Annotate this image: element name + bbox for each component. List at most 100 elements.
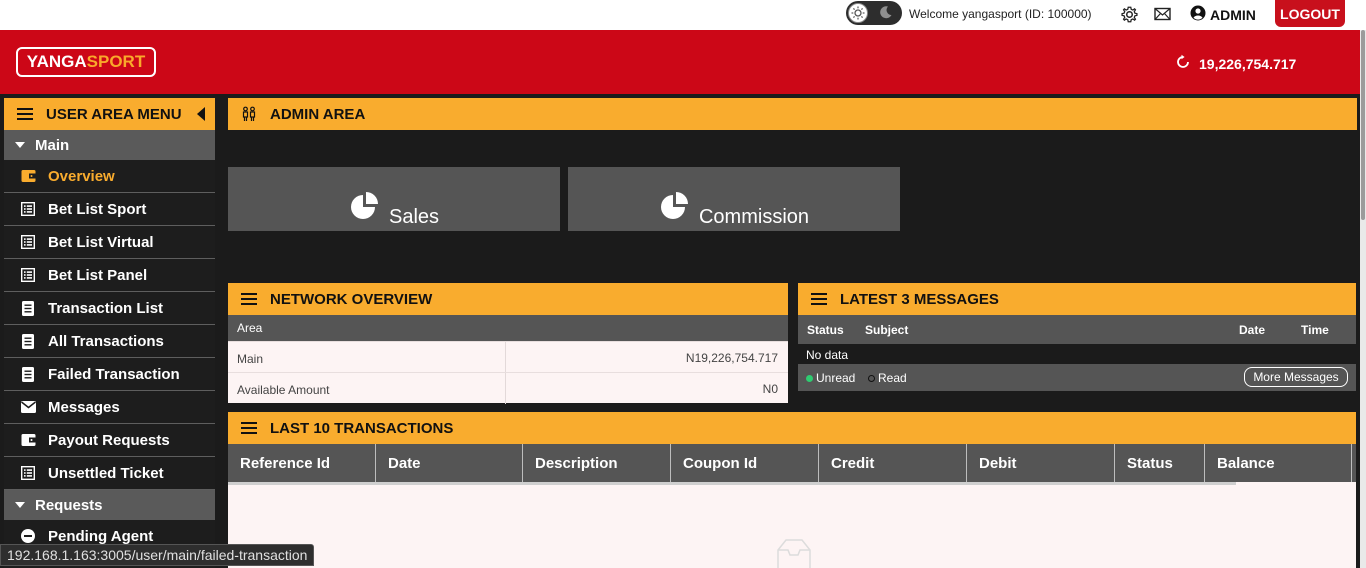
legend-unread-label: Unread [816, 371, 856, 385]
theme-toggle[interactable] [846, 1, 902, 25]
sidebar-item-label: Bet List Virtual [48, 233, 154, 251]
user-area-sidebar: USER AREA MENU Main Overview Bet List Sp… [4, 98, 215, 568]
column-date: Date [1239, 323, 1266, 337]
welcome-text: Welcome yangasport (ID: 100000) [909, 7, 1092, 21]
logout-button[interactable]: LOGOUT [1275, 0, 1345, 27]
column-subject: Subject [865, 323, 909, 337]
dark-dot-icon [868, 375, 875, 382]
balance-amount: 19,226,754.717 [1199, 55, 1297, 72]
moon-icon [879, 5, 895, 21]
sidebar-item-messages[interactable]: Messages [4, 391, 215, 424]
messages-footer: Unread Read More Messages [798, 364, 1356, 391]
refresh-icon[interactable] [1175, 54, 1191, 73]
hamburger-icon[interactable] [4, 108, 46, 120]
hamburger-icon[interactable] [228, 293, 270, 305]
admin-label: ADMIN [1210, 6, 1256, 23]
user-circle-icon [1190, 5, 1206, 24]
sun-icon [848, 3, 868, 23]
wallet-icon [20, 168, 36, 184]
commission-card[interactable]: Commission [568, 167, 900, 231]
last-transactions-title: LAST 10 TRANSACTIONS [270, 419, 454, 437]
sidebar-group-label: Requests [35, 496, 103, 514]
sidebar-title: USER AREA MENU [46, 105, 182, 123]
column-status: Status [807, 323, 844, 337]
sidebar-group-label: Main [35, 136, 70, 154]
logo-part-1: YANGA [26, 52, 87, 71]
latest-messages-title: LATEST 3 MESSAGES [840, 290, 999, 308]
receipt-icon [20, 366, 36, 382]
sidebar-item-label: Bet List Sport [48, 200, 147, 218]
legend-read: Read [868, 371, 907, 385]
sidebar-group-main[interactable]: Main [4, 130, 215, 160]
list-icon [20, 201, 36, 217]
sidebar-item-label: Bet List Panel [48, 266, 148, 284]
sales-card[interactable]: Sales [228, 167, 560, 231]
list-icon [20, 234, 36, 250]
sidebar-item-failed-transaction[interactable]: Failed Transaction [4, 358, 215, 391]
sidebar-item-bet-list-sport[interactable]: Bet List Sport [4, 193, 215, 226]
row-value: N19,226,754.717 [685, 351, 778, 365]
gear-icon[interactable] [1120, 5, 1138, 23]
envelope-icon [20, 399, 36, 415]
envelope-icon[interactable] [1153, 5, 1171, 23]
network-overview-header: NETWORK OVERVIEW [228, 283, 788, 315]
row-value: N0 [762, 382, 778, 396]
column-debit[interactable]: Debit [967, 444, 1115, 482]
column-reference-id[interactable]: Reference Id [228, 444, 376, 482]
top-bar: Welcome yangasport (ID: 100000) ADMIN LO… [0, 0, 1366, 30]
sidebar-item-unsettled-ticket[interactable]: Unsettled Ticket [4, 457, 215, 490]
transactions-table-header: Reference Id Date Description Coupon Id … [228, 444, 1356, 482]
sidebar-header: USER AREA MENU [4, 98, 215, 130]
list-icon [20, 267, 36, 283]
sidebar-item-label: All Transactions [48, 332, 164, 350]
column-time: Time [1301, 323, 1329, 337]
pie-chart-icon [659, 191, 691, 229]
last-transactions-header: LAST 10 TRANSACTIONS [228, 412, 1356, 444]
page-scrollbar-thumb[interactable] [1361, 30, 1365, 220]
commission-card-label: Commission [698, 206, 810, 228]
green-dot-icon [806, 375, 813, 382]
wallet-icon [20, 432, 36, 448]
column-description[interactable]: Description [523, 444, 671, 482]
sidebar-item-label: Unsettled Ticket [48, 464, 164, 482]
row-key: Main [237, 352, 264, 366]
table-row: Available Amount N0 [228, 372, 788, 404]
column-date[interactable]: Date [376, 444, 523, 482]
sidebar-item-bet-list-panel[interactable]: Bet List Panel [4, 259, 215, 292]
site-logo[interactable]: YANGA SPORT [16, 47, 156, 77]
sidebar-group-requests[interactable]: Requests [4, 490, 215, 520]
sidebar-item-all-transactions[interactable]: All Transactions [4, 325, 215, 358]
caret-down-icon [15, 142, 25, 148]
pie-chart-icon [349, 191, 381, 229]
sidebar-item-label: Messages [48, 398, 120, 416]
sidebar-item-bet-list-virtual[interactable]: Bet List Virtual [4, 226, 215, 259]
column-balance[interactable]: Balance [1205, 444, 1352, 482]
sidebar-item-payout-requests[interactable]: Payout Requests [4, 424, 215, 457]
receipt-icon [20, 300, 36, 316]
column-status[interactable]: Status [1115, 444, 1205, 482]
sidebar-item-transaction-list[interactable]: Transaction List [4, 292, 215, 325]
hamburger-icon[interactable] [228, 422, 270, 434]
sidebar-item-label: Pending Agent [48, 527, 154, 545]
hamburger-icon[interactable] [798, 293, 840, 305]
logo-part-2: SPORT [86, 52, 146, 71]
site-header: YANGA SPORT 19,226,754.717 [0, 30, 1360, 94]
receipt-icon [20, 333, 36, 349]
legend-read-label: Read [878, 371, 907, 385]
sidebar-item-overview[interactable]: Overview [4, 160, 215, 193]
list-icon [20, 465, 36, 481]
table-horizontal-scrollbar[interactable] [228, 482, 1236, 485]
caret-down-icon [15, 502, 25, 508]
legend-unread: Unread [806, 371, 855, 385]
network-table-header: Area [228, 315, 788, 341]
more-messages-button[interactable]: More Messages [1244, 367, 1348, 387]
collapse-arrow-icon[interactable] [197, 107, 205, 121]
browser-status-url: 192.168.1.163:3005/user/main/failed-tran… [0, 544, 315, 566]
admin-menu[interactable]: ADMIN [1190, 5, 1256, 24]
column-coupon-id[interactable]: Coupon Id [671, 444, 819, 482]
row-key: Available Amount [237, 383, 330, 397]
column-credit[interactable]: Credit [819, 444, 967, 482]
admin-area-header: ADMIN AREA [228, 98, 1357, 130]
people-icon [228, 106, 270, 122]
user-icon [20, 528, 36, 544]
